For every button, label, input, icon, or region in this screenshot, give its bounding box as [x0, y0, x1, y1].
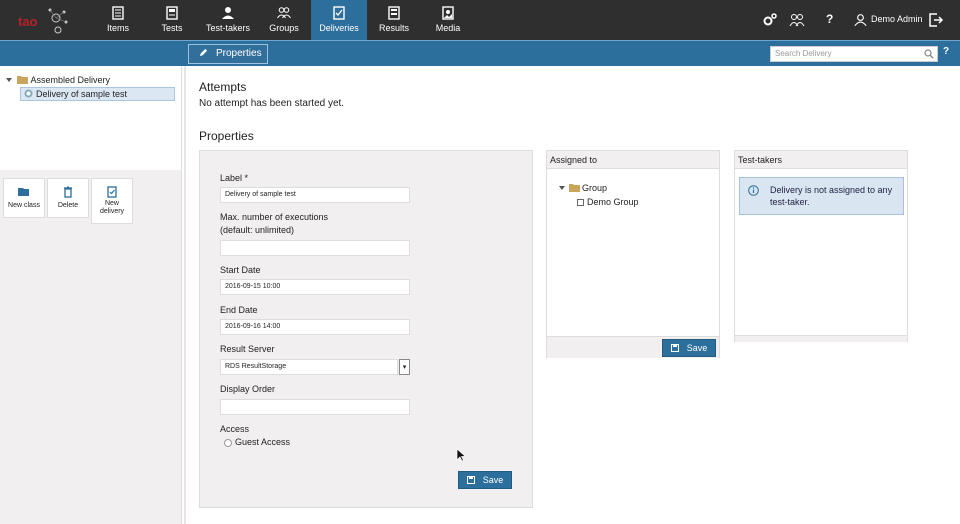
- save-assignment-button[interactable]: Save: [662, 339, 716, 357]
- tab-properties[interactable]: Properties: [188, 44, 268, 64]
- group-label: Group: [582, 183, 608, 193]
- search-input[interactable]: Search Delivery: [770, 46, 938, 62]
- assigned-to-panel: Assigned to Group Demo Group Save: [546, 150, 720, 358]
- tree-item-delivery[interactable]: Delivery of sample test: [20, 87, 175, 101]
- info-line-1: Delivery is not assigned to any: [770, 185, 893, 195]
- label-field[interactable]: Delivery of sample test: [220, 187, 410, 203]
- subbar-help-button[interactable]: ?: [943, 46, 949, 57]
- new-delivery-label-1: New: [104, 200, 119, 207]
- new-delivery-icon: [107, 186, 117, 198]
- demo-group-node[interactable]: Demo Group: [577, 197, 639, 207]
- top-right-tools: ? Demo Admin: [0, 0, 960, 40]
- display-order-field[interactable]: [220, 399, 410, 415]
- panel-divider[interactable]: [184, 66, 186, 524]
- save-properties-button[interactable]: Save: [458, 471, 512, 489]
- tree-root-node[interactable]: Assembled Delivery: [6, 75, 110, 85]
- test-takers-panel: Test-takers Delivery is not assigned to …: [734, 150, 908, 342]
- demo-group-checkbox[interactable]: [577, 199, 584, 206]
- settings-icon[interactable]: [762, 12, 778, 28]
- guest-access-label: Guest Access: [235, 437, 291, 447]
- guest-access-radio[interactable]: [224, 439, 232, 447]
- search-icon[interactable]: [924, 49, 934, 59]
- delete-button[interactable]: Delete: [47, 178, 89, 218]
- logout-icon[interactable]: [928, 12, 944, 28]
- demo-group-label: Demo Group: [587, 197, 639, 207]
- label-field-label: Label *: [220, 173, 249, 183]
- users-icon[interactable]: [789, 12, 805, 28]
- test-takers-title: Test-takers: [735, 151, 907, 169]
- attempts-title: Attempts: [199, 80, 247, 94]
- trash-icon: [64, 186, 72, 198]
- start-date-field[interactable]: 2016-09-15 10:00: [220, 279, 410, 295]
- test-takers-footer: [735, 335, 907, 342]
- folder-icon: [568, 184, 580, 192]
- folder-icon: [16, 76, 28, 84]
- pencil-icon: [199, 48, 208, 57]
- top-navigation: tao Items Tests Test-takers Groups Deliv…: [0, 0, 960, 40]
- end-date-field[interactable]: 2016-09-16 14:00: [220, 319, 410, 335]
- mouse-cursor-icon: [456, 448, 466, 462]
- delivery-icon: [24, 89, 33, 98]
- properties-form: Label * Delivery of sample test Max. num…: [199, 150, 533, 508]
- start-date-label: Start Date: [220, 265, 261, 275]
- floppy-icon: [466, 476, 475, 484]
- group-node[interactable]: Group: [559, 183, 607, 193]
- user-icon: [854, 14, 867, 27]
- info-icon: [748, 185, 759, 196]
- save-assignment-label: Save: [686, 343, 708, 353]
- result-server-select[interactable]: RDS ResultStorage: [220, 359, 398, 375]
- action-bar: Properties Search Delivery ?: [0, 40, 960, 66]
- tree-root-label: Assembled Delivery: [30, 75, 111, 85]
- tab-properties-label: Properties: [216, 48, 262, 59]
- info-message: Delivery is not assigned to any test-tak…: [739, 177, 904, 215]
- max-executions-label: Max. number of executions: [220, 212, 329, 222]
- new-delivery-button[interactable]: New delivery: [91, 178, 133, 224]
- max-executions-field[interactable]: [220, 240, 410, 256]
- new-class-button[interactable]: New class: [3, 178, 45, 218]
- delete-label: Delete: [57, 202, 79, 209]
- resource-tree: Assembled Delivery Delivery of sample te…: [0, 66, 182, 170]
- tree-item-label: Delivery of sample test: [36, 89, 128, 99]
- user-name[interactable]: Demo Admin: [871, 14, 923, 24]
- end-date-label: End Date: [220, 305, 258, 315]
- assigned-to-title: Assigned to: [547, 151, 719, 169]
- help-button[interactable]: ?: [826, 12, 833, 26]
- properties-title: Properties: [199, 129, 254, 143]
- floppy-icon: [670, 344, 679, 352]
- max-executions-hint: (default: unlimited): [220, 225, 295, 235]
- access-label: Access: [220, 424, 250, 434]
- info-line-2: test-taker.: [770, 197, 810, 207]
- chevron-down-icon[interactable]: ▾: [399, 359, 410, 375]
- attempts-note: No attempt has been started yet.: [199, 98, 345, 109]
- save-properties-label: Save: [482, 475, 504, 485]
- result-server-label: Result Server: [220, 344, 275, 354]
- new-class-label: New class: [8, 202, 40, 209]
- display-order-label: Display Order: [220, 384, 276, 394]
- folder-open-icon: [18, 188, 29, 196]
- search-placeholder: Search Delivery: [775, 49, 832, 58]
- caret-down-icon[interactable]: [6, 77, 12, 83]
- assigned-footer: Save: [547, 336, 719, 358]
- tree-actions: New class Delete New delivery: [0, 170, 182, 524]
- new-delivery-label-2: delivery: [99, 208, 125, 215]
- caret-down-icon[interactable]: [559, 185, 565, 191]
